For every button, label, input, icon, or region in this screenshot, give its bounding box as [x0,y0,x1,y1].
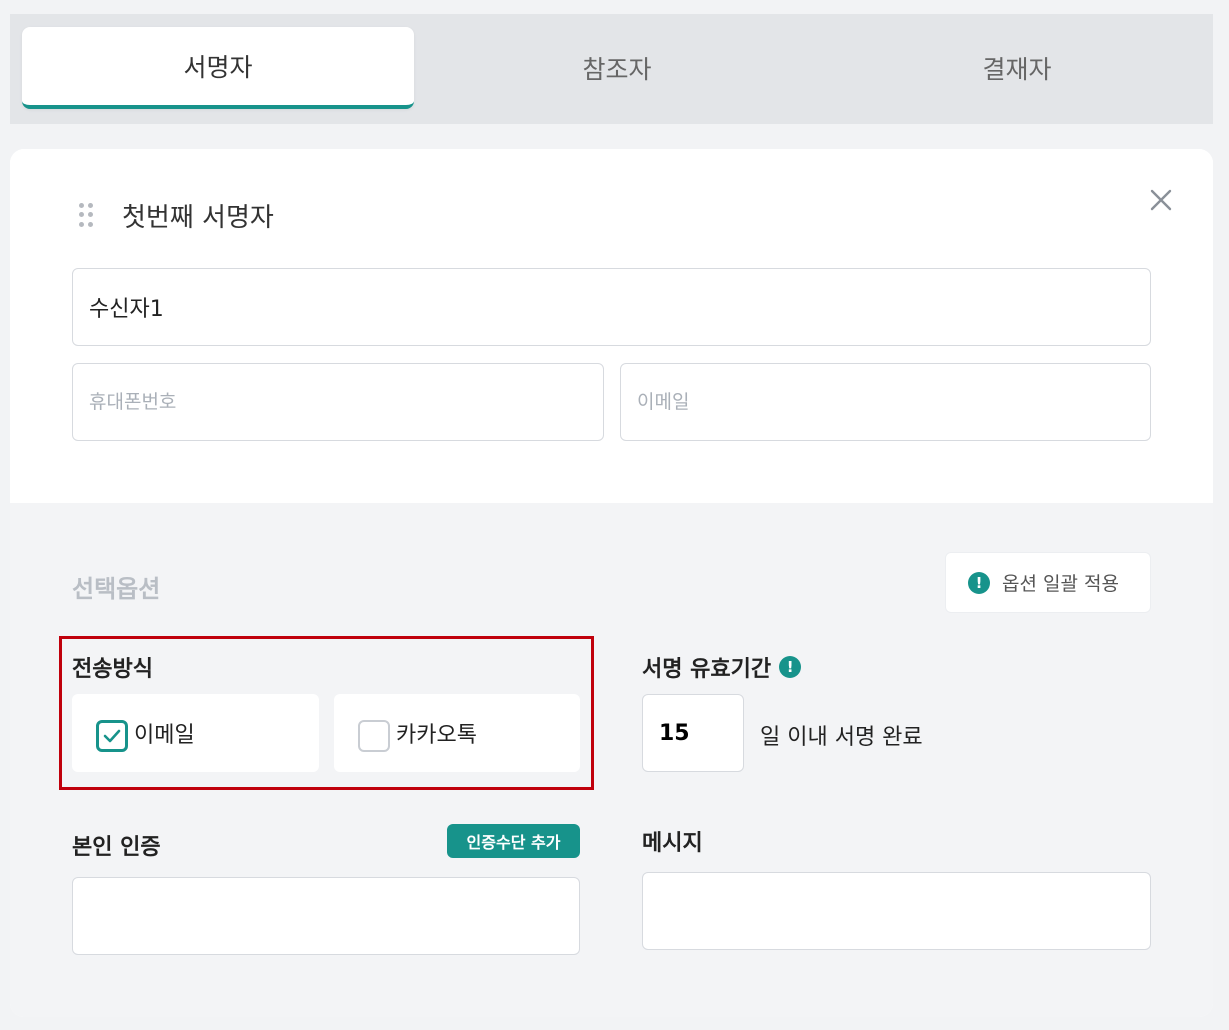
signer-title: 첫번째 서명자 [122,203,274,233]
email-checkbox[interactable] [96,720,128,752]
kakao-option-label: 카카오톡 [396,723,477,748]
message-input[interactable] [642,872,1151,950]
auth-methods-box[interactable] [72,877,580,955]
info-icon[interactable]: ! [779,656,802,678]
tab-cc[interactable]: 참조자 [420,27,814,109]
auth-label: 본인 인증 [72,835,161,860]
expiry-label: 서명 유효기간 [642,657,772,682]
message-label: 메시지 [642,831,703,856]
email-option-label: 이메일 [134,723,195,748]
tab-approver[interactable]: 결재자 [820,27,1214,109]
signer-info-section: 첫번째 서명자 [10,149,1213,503]
close-icon[interactable] [1148,187,1174,213]
send-method-email-option[interactable]: 이메일 [72,694,319,772]
signer-card: 첫번째 서명자 선택옵션 ! 옵션 일괄 적용 전송방식 서명 유효기간 ! 이… [10,149,1213,1017]
expiry-label-row: 서명 유효기간 ! [642,651,802,683]
expiry-suffix: 일 이내 서명 완료 [760,725,923,750]
info-icon: ! [968,571,990,594]
add-auth-method-button[interactable]: 인증수단 추가 [447,824,580,858]
apply-all-options-button[interactable]: ! 옵션 일괄 적용 [945,552,1151,613]
expiry-days-input[interactable] [642,694,744,772]
tab-signer[interactable]: 서명자 [22,27,414,109]
phone-input[interactable] [72,363,604,441]
drag-handle-icon[interactable] [79,203,93,227]
check-icon [103,729,121,743]
kakao-checkbox[interactable] [358,720,390,752]
apply-all-options-label: 옵션 일괄 적용 [1002,573,1119,595]
options-title: 선택옵션 [72,575,161,603]
email-input[interactable] [620,363,1151,441]
tab-bar: 서명자 참조자 결재자 [10,14,1213,124]
recipient-name-input[interactable] [72,268,1151,346]
send-method-kakao-option[interactable]: 카카오톡 [334,694,580,772]
options-section: 선택옵션 ! 옵션 일괄 적용 전송방식 서명 유효기간 ! 이메일 카카오톡 … [10,503,1213,1017]
